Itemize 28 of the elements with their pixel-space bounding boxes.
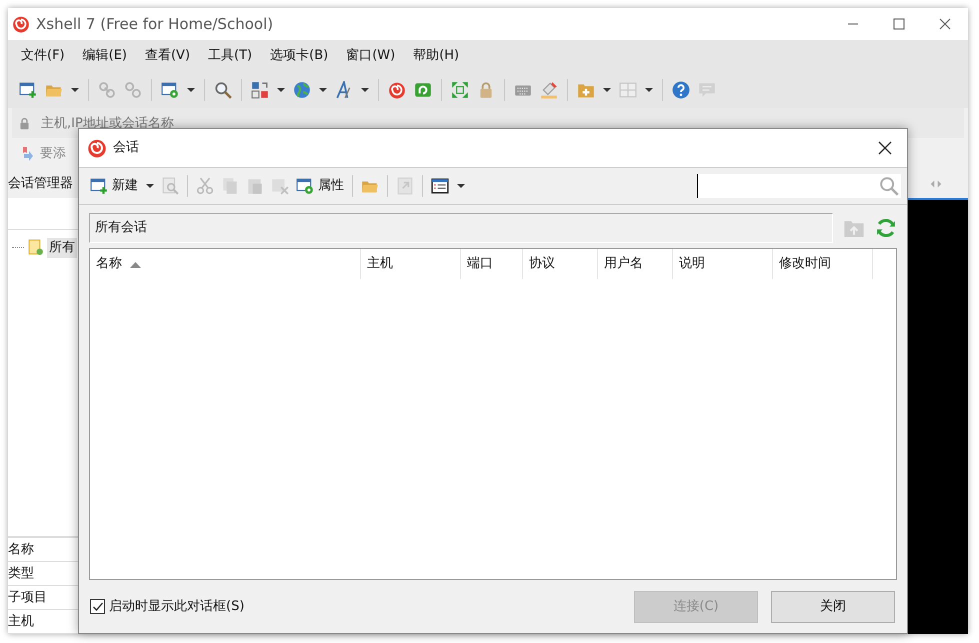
column-header[interactable]: 协议 [529,254,555,274]
menu-item[interactable]: 查看(V) [136,46,200,66]
column-header[interactable]: 端口 [467,254,493,274]
menu-item[interactable]: 工具(T) [199,46,262,66]
links-bar-text: 要添 [40,145,66,164]
menu-item[interactable]: 窗口(W) [337,46,404,66]
menu-item[interactable]: 选项卡(B) [261,46,338,66]
property-label: 类型 [8,566,34,581]
property-label: 子项目 [8,590,47,605]
menu-item[interactable]: 编辑(E) [74,46,136,66]
toolbar-button[interactable]: 新建 [87,174,157,198]
path-text: 所有会话 [95,219,147,238]
panel-title: 会话管理器 [8,175,73,194]
column-header[interactable]: 主机 [367,254,393,274]
window-title: Xshell 7 (Free for Home/School) [36,14,274,35]
tree-item[interactable]: 所有 [47,238,77,258]
menu-item[interactable]: 文件(F) [12,46,74,66]
toolbar-button[interactable]: 属性 [293,174,347,198]
menu-item[interactable]: 帮助(H) [404,46,468,66]
column-header[interactable]: 说明 [679,254,705,274]
column-header[interactable]: 修改时间 [779,254,831,274]
dialog-button[interactable]: 关闭 [771,590,895,622]
checkbox-label: 启动时显示此对话框(S) [109,598,244,616]
column-header[interactable]: 名称 [96,254,122,274]
dialog-title: 会话 [113,139,139,158]
column-header[interactable]: 用户名 [604,254,643,274]
property-label: 主机 [8,614,34,629]
property-label: 名称 [8,542,34,557]
